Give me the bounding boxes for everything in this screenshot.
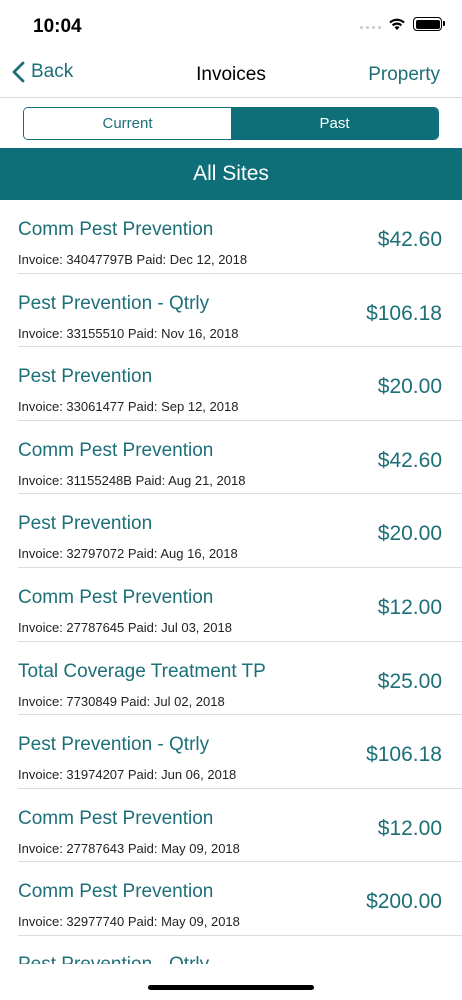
invoice-meta: Invoice: 33061477 Paid: Sep 12, 2018 [18, 399, 239, 415]
invoice-list: Comm Pest Prevention Invoice: 34047797B P… [0, 200, 462, 964]
invoice-amount: $12.00 [377, 816, 442, 840]
tab-past[interactable]: Past [231, 108, 438, 139]
invoice-meta: Invoice: 32977740 Paid: May 09, 2018 [18, 914, 240, 930]
banner-title: All Sites [193, 162, 269, 185]
list-item[interactable]: Total Coverage Treatment TP Invoice: 7730… [18, 642, 462, 716]
invoice-amount: $200.00 [366, 890, 442, 914]
invoice-title: Comm Pest Prevention [18, 219, 214, 240]
invoice-amount: $42.60 [377, 228, 442, 251]
invoice-title: Comm Pest Prevention [18, 586, 214, 608]
list-item[interactable]: Pest Prevention - Qtrly Invoice: 31974207… [18, 715, 462, 789]
invoice-amount: $20.00 [377, 522, 442, 546]
invoice-amount: $12.00 [377, 595, 442, 619]
segmented-control: Current Past [23, 107, 439, 140]
invoice-title: Pest Prevention - Qtrly [18, 292, 210, 314]
list-item[interactable]: Comm Pest Prevention Invoice: 32977740 Pa… [18, 862, 462, 936]
battery-icon [413, 17, 445, 31]
invoice-meta: Invoice: 32797072 Paid: Aug 16, 2018 [18, 546, 238, 562]
nav-bar: Back Invoices Property [0, 50, 462, 98]
wifi-icon [389, 18, 405, 30]
invoice-meta: Invoice: 34047797B Paid: Dec 12, 2018 [18, 252, 248, 267]
invoice-title: Pest Prevention [18, 366, 153, 388]
list-item[interactable]: Pest Prevention Invoice: 33061477 Paid: S… [18, 347, 462, 421]
invoice-meta: Invoice: 31974207 Paid: Jun 06, 2018 [18, 767, 237, 783]
invoice-title: Pest Prevention - Qtrly [18, 734, 210, 756]
list-item[interactable]: Pest Prevention Invoice: 32797072 Paid: A… [18, 494, 462, 568]
list-item[interactable]: Comm Pest Prevention Invoice: 31155248B P… [18, 421, 462, 495]
invoice-title: Total Coverage Treatment TP [18, 660, 266, 682]
invoice-title: Comm Pest Prevention [18, 439, 214, 461]
list-item[interactable]: Comm Pest Prevention Invoice: 34047797B P… [18, 200, 462, 274]
invoice-amount: $42.60 [377, 448, 442, 472]
status-icons [360, 17, 445, 31]
property-button[interactable]: Property [368, 64, 440, 86]
invoice-meta: Invoice: 31155248B Paid: Aug 21, 2018 [18, 472, 246, 488]
list-item-partial[interactable]: Pest Prevention - Qtrly [18, 936, 462, 964]
invoice-meta: Invoice: 27787645 Paid: Jul 03, 2018 [18, 619, 232, 635]
signal-icon [360, 19, 381, 29]
invoice-meta: Invoice: 7730849 Paid: Jul 02, 2018 [18, 693, 225, 709]
invoice-title: Pest Prevention [18, 513, 153, 535]
invoice-meta: Invoice: 27787643 Paid: May 09, 2018 [18, 840, 240, 856]
invoice-amount: $106.18 [366, 301, 442, 325]
invoice-amount: $106.18 [366, 743, 442, 767]
status-time: 10:04 [33, 16, 82, 37]
invoice-amount: $25.00 [377, 669, 442, 693]
home-indicator [148, 985, 314, 990]
invoice-title: Comm Pest Prevention [18, 881, 214, 903]
tab-current[interactable]: Current [24, 108, 231, 139]
status-bar: 10:04 [0, 0, 462, 50]
invoice-title: Comm Pest Prevention [18, 807, 214, 829]
invoice-amount: $20.00 [377, 375, 442, 399]
section-banner: All Sites [0, 148, 462, 200]
invoice-title: Pest Prevention - Qtrly [18, 954, 209, 964]
list-item[interactable]: Pest Prevention - Qtrly Invoice: 33155510… [18, 274, 462, 348]
list-item[interactable]: Comm Pest Prevention Invoice: 27787643 Pa… [18, 789, 462, 863]
invoice-meta: Invoice: 33155510 Paid: Nov 16, 2018 [18, 325, 239, 341]
list-item[interactable]: Comm Pest Prevention Invoice: 27787645 Pa… [18, 568, 462, 642]
